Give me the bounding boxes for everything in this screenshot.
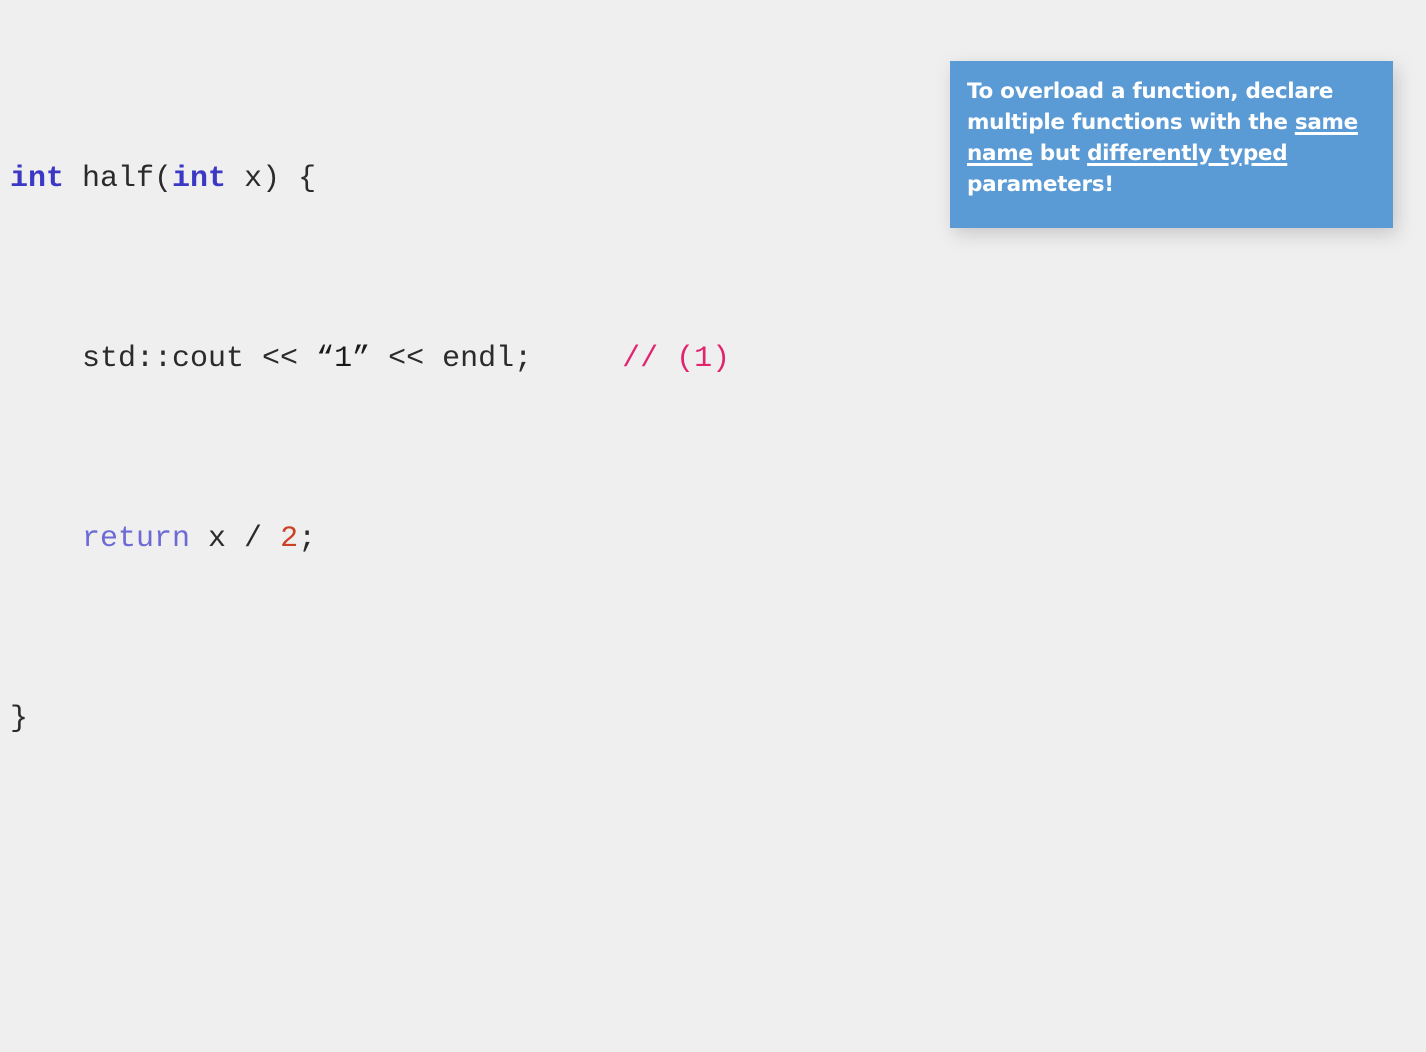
code-block: int half(int x) { std::cout << “1” << en… — [10, 22, 950, 1052]
endl-1: << endl; — [370, 342, 533, 376]
callout-emphasis-differently-typed: differently typed — [1087, 141, 1288, 166]
callout-box: To overload a function, declare multiple… — [950, 61, 1393, 228]
return-expr-1: x / — [190, 522, 281, 556]
callout-text: To overload a function, declare multiple… — [967, 76, 1376, 200]
stream-expr-1: std::cout << — [82, 342, 317, 376]
callout-segment-3: parameters! — [967, 172, 1114, 197]
comment-marker-1: // (1) — [622, 342, 731, 376]
semicolon-1: ; — [298, 522, 317, 556]
code-line-1: int half(int x) { — [10, 157, 950, 202]
number-literal-1: 2 — [280, 522, 299, 556]
string-literal-1: “1” — [316, 342, 371, 376]
signature-tail-1: x) { — [226, 162, 317, 196]
keyword-int: int — [10, 162, 65, 196]
indent-l3 — [10, 522, 82, 556]
closing-brace-1: } — [10, 702, 29, 736]
slide-canvas: int half(int x) { std::cout << “1” << en… — [0, 0, 1426, 736]
code-line-2: std::cout << “1” << endl; // (1) — [10, 337, 950, 382]
keyword-int-param: int — [172, 162, 227, 196]
function-signature-half-int: half( — [64, 162, 173, 196]
callout-segment-1: To overload a function, declare multiple… — [967, 79, 1334, 135]
code-line-4: } — [10, 697, 950, 742]
code-line-5-blank — [10, 877, 950, 922]
gap-l2 — [532, 342, 622, 376]
code-line-3: return x / 2; — [10, 517, 950, 562]
indent-l2 — [10, 342, 82, 376]
keyword-return-1: return — [82, 522, 191, 556]
callout-segment-2: but — [1032, 141, 1088, 166]
